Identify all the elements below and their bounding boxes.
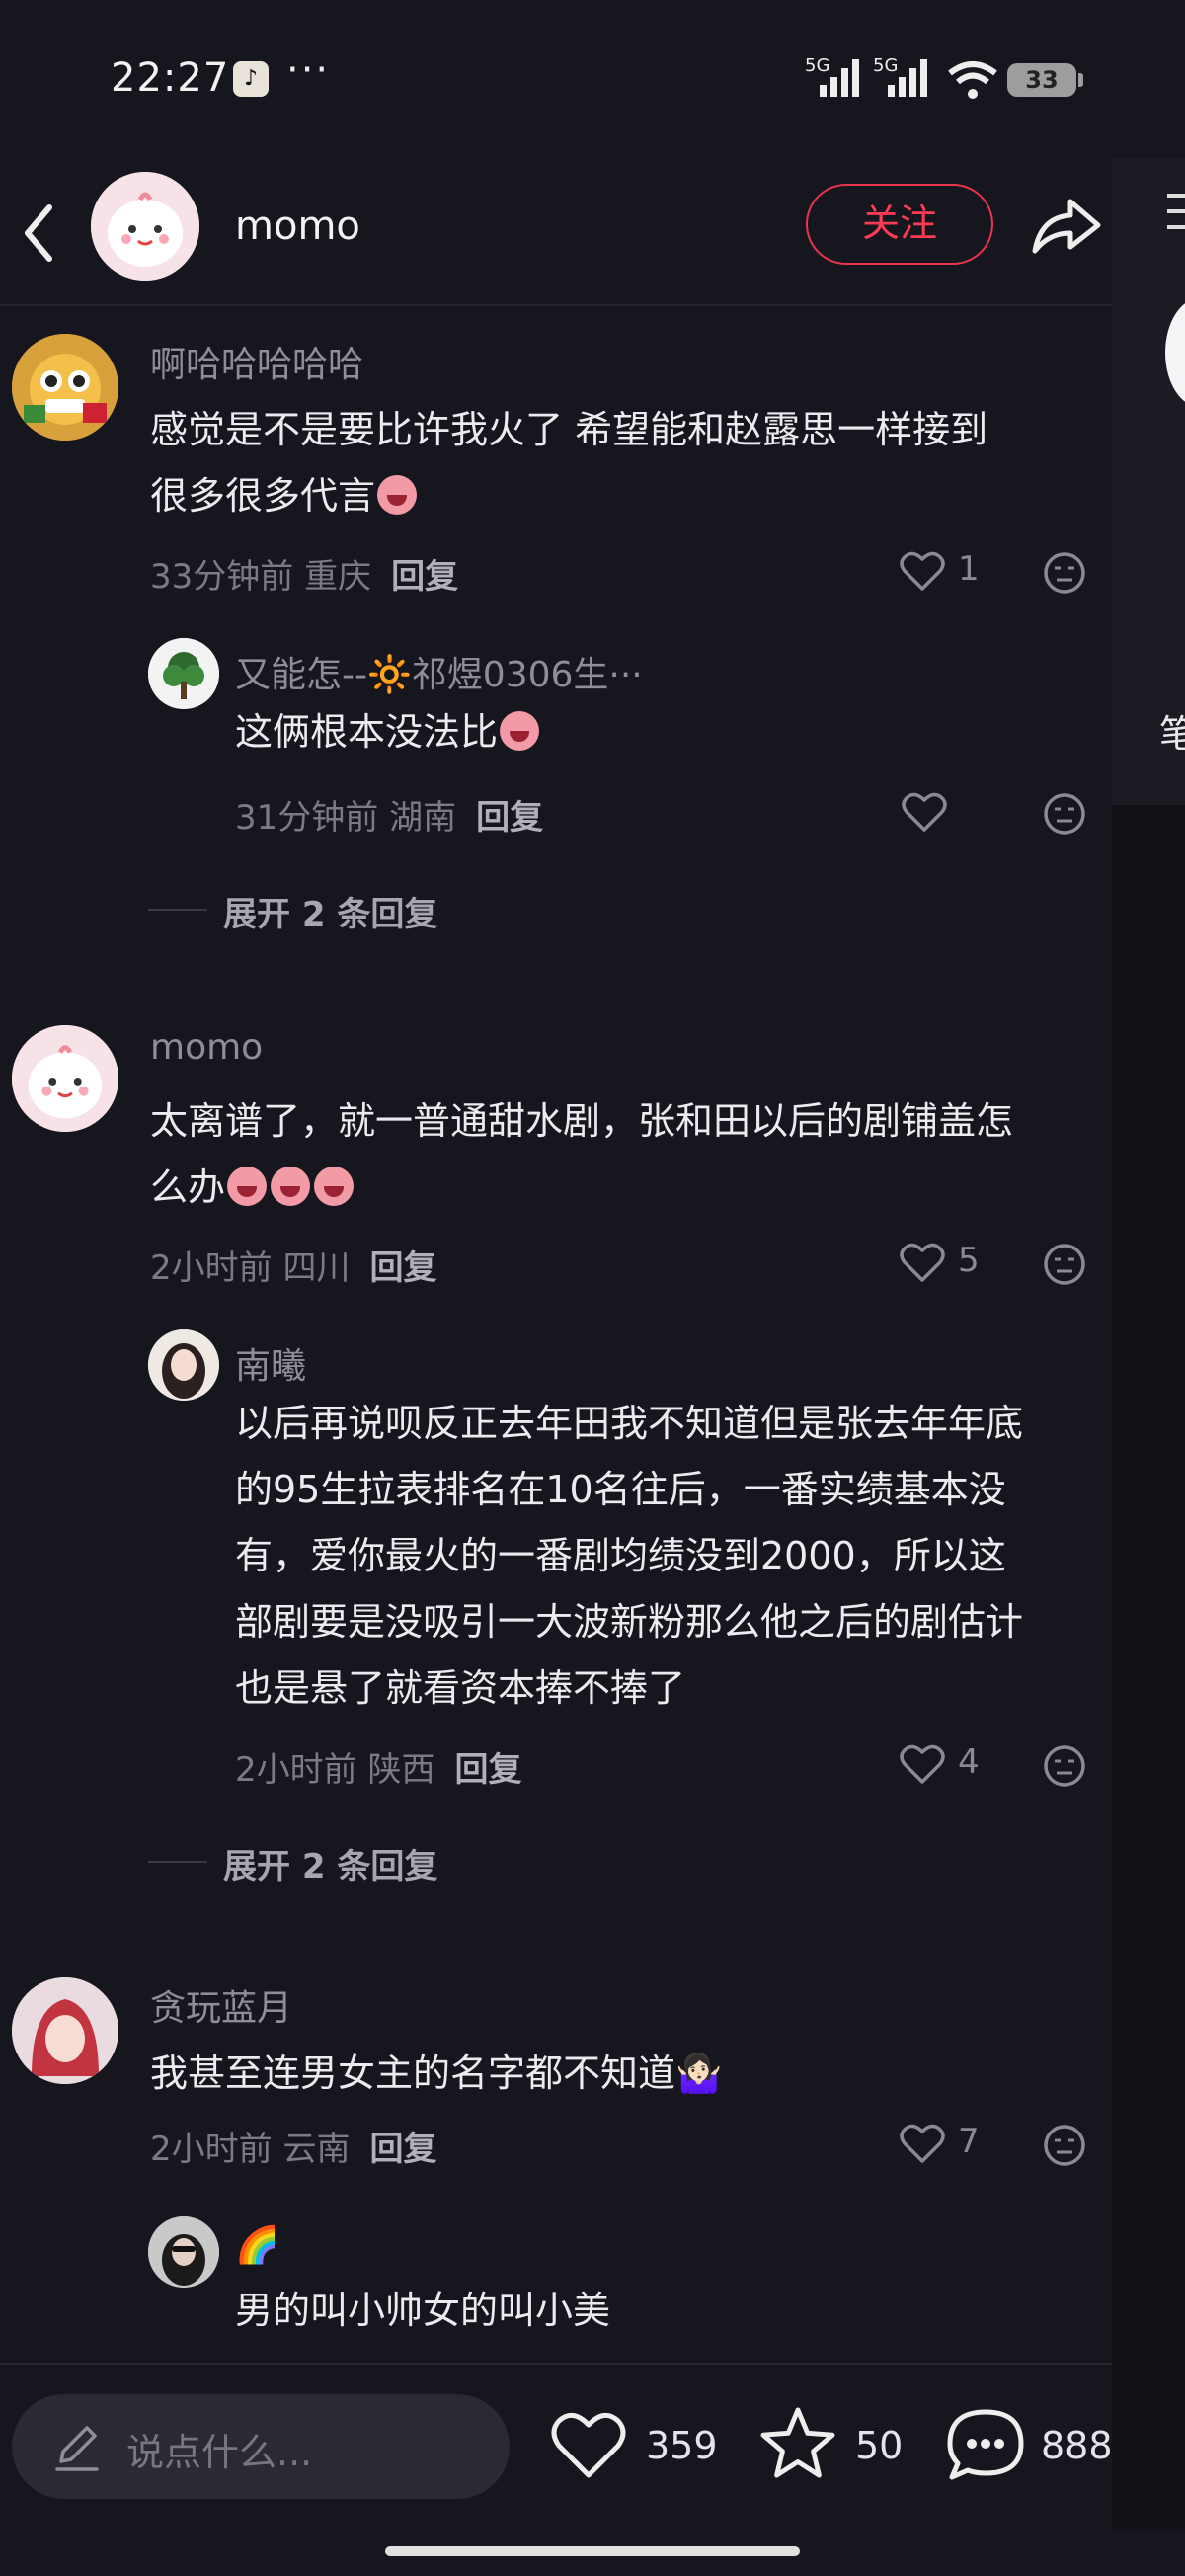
star-icon[interactable] — [758, 2406, 837, 2479]
reply-button[interactable]: 回复 — [476, 798, 543, 838]
status-bar: 22:27 ♪ ··· 5G 5G 33 — [0, 0, 1185, 158]
dislike-icon[interactable] — [1043, 551, 1086, 595]
comment-meta: 2小时前 云南 回复 — [150, 2130, 437, 2169]
expand-divider — [148, 1861, 207, 1863]
emoji-icon — [314, 1167, 355, 1206]
like-count: 7 — [958, 2122, 980, 2161]
user-avatar[interactable] — [12, 334, 118, 441]
heart-icon[interactable] — [899, 2122, 946, 2165]
peek-text: 笔 — [1159, 712, 1185, 756]
reply-text: 男的叫小帅女的叫小美 — [235, 2289, 611, 2332]
menu-icon[interactable] — [1163, 190, 1185, 233]
heart-icon[interactable] — [899, 1241, 946, 1284]
comment-time-location: 33分钟前 重庆 — [150, 557, 372, 597]
reply-username[interactable]: 南曦 — [235, 1337, 306, 1389]
username[interactable]: 贪玩蓝月 — [150, 1979, 292, 2031]
emoji-icon — [271, 1167, 311, 1206]
user-avatar[interactable] — [12, 1977, 118, 2084]
comment-meta: 33分钟前 重庆 回复 — [150, 549, 458, 598]
comment-text: 感觉是不是要比许我火了 希望能和赵露思一样接到 很多很多代言 — [150, 408, 988, 518]
emoji-icon — [500, 711, 540, 751]
follow-button[interactable]: 关注 — [806, 184, 993, 265]
dislike-icon[interactable] — [1043, 2124, 1086, 2167]
pen-icon — [55, 2426, 99, 2471]
reply-meta: 31分钟前 湖南 回复 — [235, 798, 544, 838]
like-count: 1 — [958, 549, 980, 589]
reply-user-avatar[interactable] — [148, 638, 219, 709]
like-count: 5 — [958, 1241, 980, 1280]
home-indicator[interactable] — [385, 2546, 800, 2556]
post-like-count: 359 — [646, 2424, 718, 2467]
user-avatar[interactable] — [12, 1025, 118, 1132]
more-notifications-icon: ··· — [286, 47, 331, 93]
signal-icon-2 — [888, 59, 927, 97]
dislike-icon[interactable] — [1043, 1744, 1086, 1788]
battery-indicator: 33 — [1007, 63, 1083, 97]
next-page-peek: 笔 — [1112, 158, 1185, 2529]
username[interactable]: momo — [150, 1027, 263, 1068]
reply-button[interactable]: 回复 — [369, 1248, 436, 1288]
comment-input[interactable]: 说点什么... — [12, 2394, 510, 2499]
heart-icon[interactable] — [899, 549, 946, 593]
author-name[interactable]: momo — [235, 203, 360, 249]
expand-replies-button[interactable]: 展开 2 条回复 — [223, 887, 437, 935]
dislike-icon[interactable] — [1043, 1243, 1086, 1286]
bottom-bar: 说点什么... 359 50 888 — [0, 2363, 1113, 2531]
input-placeholder: 说点什么... — [126, 2431, 313, 2474]
like-post-icon[interactable] — [549, 2408, 628, 2481]
reply-user-avatar[interactable] — [148, 2216, 219, 2288]
expand-divider — [148, 909, 207, 911]
reply-meta: 2小时前 陕西 回复 — [235, 1750, 522, 1790]
signal-icon — [820, 59, 859, 97]
post-star-count: 50 — [855, 2424, 904, 2467]
heart-icon[interactable] — [901, 790, 948, 834]
reply-username[interactable]: 🌈 — [235, 2224, 279, 2266]
share-icon[interactable] — [1027, 190, 1106, 259]
reply-text: 这俩根本没法比 — [235, 699, 541, 765]
expand-replies-button[interactable]: 展开 2 条回复 — [223, 1839, 437, 1888]
author-avatar[interactable] — [91, 172, 199, 281]
dislike-icon[interactable] — [1043, 792, 1086, 836]
status-time: 22:27 — [111, 55, 230, 101]
reply-text: 以后再说呗反正去年田我不知道但是张去年年底 的95生拉表排名在10名往后，一番实… — [235, 1402, 1024, 1710]
reply-button[interactable]: 回复 — [369, 2130, 436, 2169]
post-comment-count: 888 — [1041, 2424, 1113, 2467]
like-count: 4 — [958, 1742, 980, 1782]
reply-button[interactable]: 回复 — [391, 557, 458, 597]
comment-text: 我甚至连男女主的名字都不知道🤷🏻‍♀️ — [150, 2052, 723, 2095]
wifi-icon — [948, 61, 997, 99]
emoji-icon — [227, 1167, 268, 1206]
comment-icon[interactable] — [946, 2408, 1025, 2481]
tiktok-icon: ♪ — [233, 61, 269, 97]
reply-username[interactable]: 又能怎--🔆祁煜0306生··· — [235, 646, 643, 697]
emoji-icon — [377, 475, 418, 515]
back-icon[interactable] — [14, 194, 63, 273]
comment-meta: 2小时前 四川 回复 — [150, 1248, 437, 1288]
comment-text: 太离谱了，就一普通甜水剧，张和田以后的剧铺盖怎 么办 — [150, 1099, 1014, 1209]
reply-user-avatar[interactable] — [148, 1329, 219, 1401]
peek-avatar — [1165, 298, 1185, 407]
heart-icon[interactable] — [899, 1742, 946, 1786]
reply-button[interactable]: 回复 — [454, 1750, 521, 1790]
header: momo 关注 — [0, 158, 1112, 306]
username[interactable]: 啊哈哈哈哈哈 — [150, 336, 363, 387]
